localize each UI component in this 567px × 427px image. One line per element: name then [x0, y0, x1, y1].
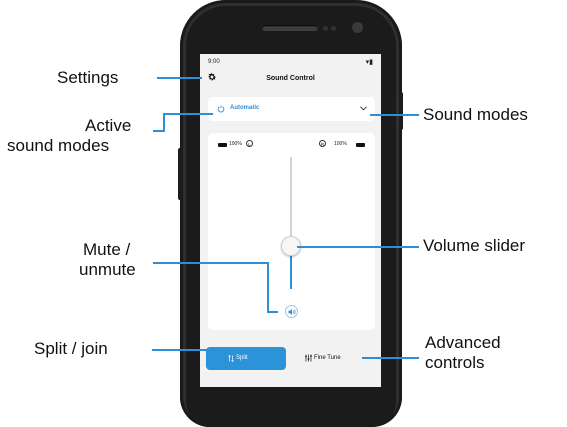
volume-track[interactable] [290, 157, 292, 244]
split-arrows-icon [228, 355, 234, 362]
sound-modes-leader [370, 114, 419, 116]
speaker-icon [288, 309, 296, 315]
power-button [399, 92, 403, 130]
mute-leader-h1 [153, 262, 269, 264]
volume-card: 100% L R 100% [208, 133, 375, 330]
volume-leader [297, 246, 419, 248]
status-time: 9:00 [208, 59, 220, 65]
earpiece-speaker [262, 25, 318, 31]
sound-mode-selector[interactable]: Automatic [208, 97, 375, 121]
left-battery-text: 100% [229, 141, 242, 147]
callout-advanced-2: controls [425, 353, 485, 372]
page-title: Sound Control [266, 75, 315, 82]
volume-track-filled[interactable] [290, 256, 292, 289]
mute-leader-h2 [267, 311, 278, 313]
split-button[interactable]: Split [206, 347, 286, 370]
right-battery-text: 100% [334, 141, 347, 147]
callout-mute-1: Mute / [83, 240, 131, 259]
callout-split-join: Split / join [34, 339, 108, 358]
app-bar: Sound Control [200, 68, 381, 88]
callout-active-modes-1: Active [85, 116, 132, 135]
callout-volume-slider: Volume slider [423, 236, 526, 255]
callout-settings: Settings [57, 68, 119, 87]
left-battery-icon [218, 143, 227, 147]
volume-rocker [178, 148, 182, 200]
right-side-badge: R [319, 140, 326, 147]
mute-leader-v [267, 262, 269, 313]
active-mode-label: Automatic [230, 105, 260, 111]
mute-button[interactable] [285, 305, 298, 318]
status-bar: 9:00 ▾▮ [208, 58, 373, 68]
callout-mute-2: unmute [79, 260, 136, 279]
front-sensor-right [331, 26, 336, 31]
settings-leader [157, 77, 202, 79]
active-modes-leader-h2 [163, 113, 213, 115]
status-icons: ▾▮ [365, 59, 373, 66]
split-leader [152, 349, 210, 351]
front-sensor-left [323, 26, 328, 31]
split-label: Split [236, 355, 248, 361]
callout-advanced-1: Advanced [425, 333, 501, 352]
phone-screen: 9:00 ▾▮ Sound Control Automatic 100% L R… [200, 54, 381, 387]
left-side-badge: L [246, 140, 253, 147]
active-modes-leader-v [163, 113, 165, 132]
front-camera [352, 22, 363, 33]
chevron-down-icon[interactable] [360, 106, 367, 111]
callout-sound-modes: Sound modes [423, 105, 528, 124]
callout-active-modes-2: sound modes [7, 136, 110, 155]
advanced-leader [362, 357, 419, 359]
sliders-icon [305, 354, 312, 362]
right-battery-icon [356, 143, 365, 147]
fine-tune-label: Fine Tune [314, 355, 341, 361]
power-cycle-icon [217, 105, 225, 113]
